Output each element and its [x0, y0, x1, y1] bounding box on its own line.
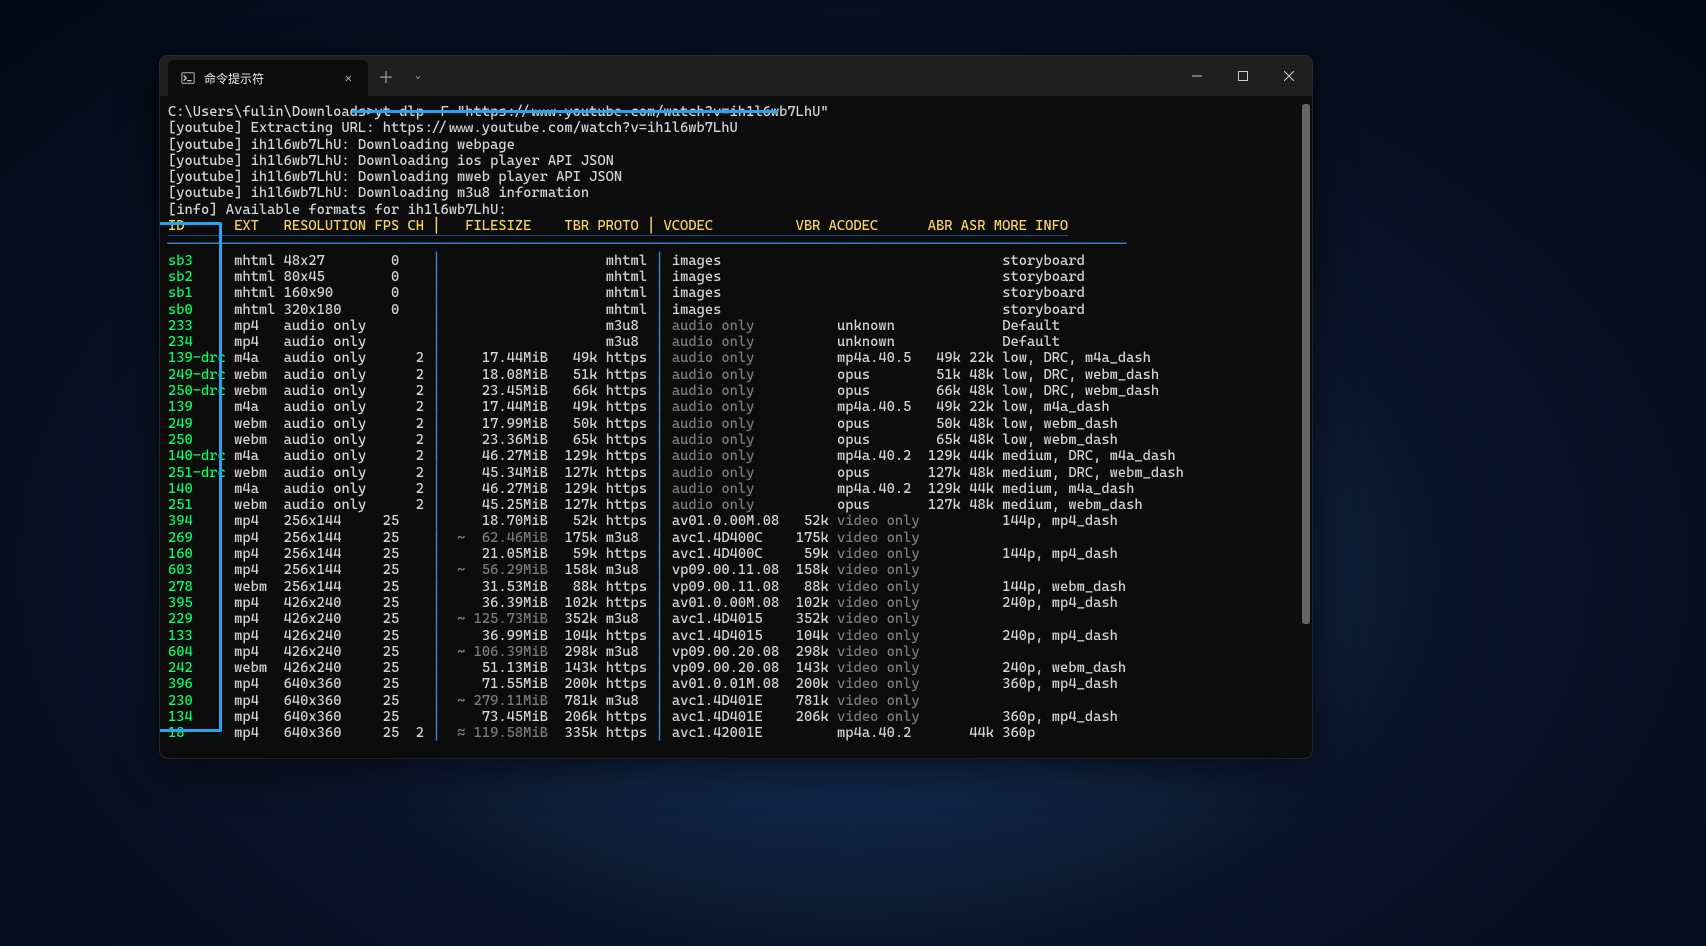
close-button[interactable]	[1266, 56, 1312, 96]
scrollbar-thumb[interactable]	[1302, 104, 1310, 624]
new-tab-button[interactable]: ＋	[368, 56, 404, 96]
terminal-window: 命令提示符 ✕ ＋ ⌄ C:\Users\fulin\Downloads>yt-…	[160, 56, 1312, 758]
terminal-body[interactable]: C:\Users\fulin\Downloads>yt-dlp -F "http…	[160, 96, 1312, 758]
maximize-button[interactable]	[1220, 56, 1266, 96]
tab-dropdown-button[interactable]: ⌄	[404, 56, 432, 96]
tab-close-button[interactable]: ✕	[339, 67, 358, 90]
cmd-icon	[180, 70, 196, 86]
minimize-button[interactable]	[1174, 56, 1220, 96]
titlebar: 命令提示符 ✕ ＋ ⌄	[160, 56, 1312, 96]
terminal-output: C:\Users\fulin\Downloads>yt-dlp -F "http…	[168, 104, 1310, 742]
window-controls	[1174, 56, 1312, 96]
tab-active[interactable]: 命令提示符 ✕	[168, 60, 368, 96]
tab-title: 命令提示符	[204, 70, 339, 87]
